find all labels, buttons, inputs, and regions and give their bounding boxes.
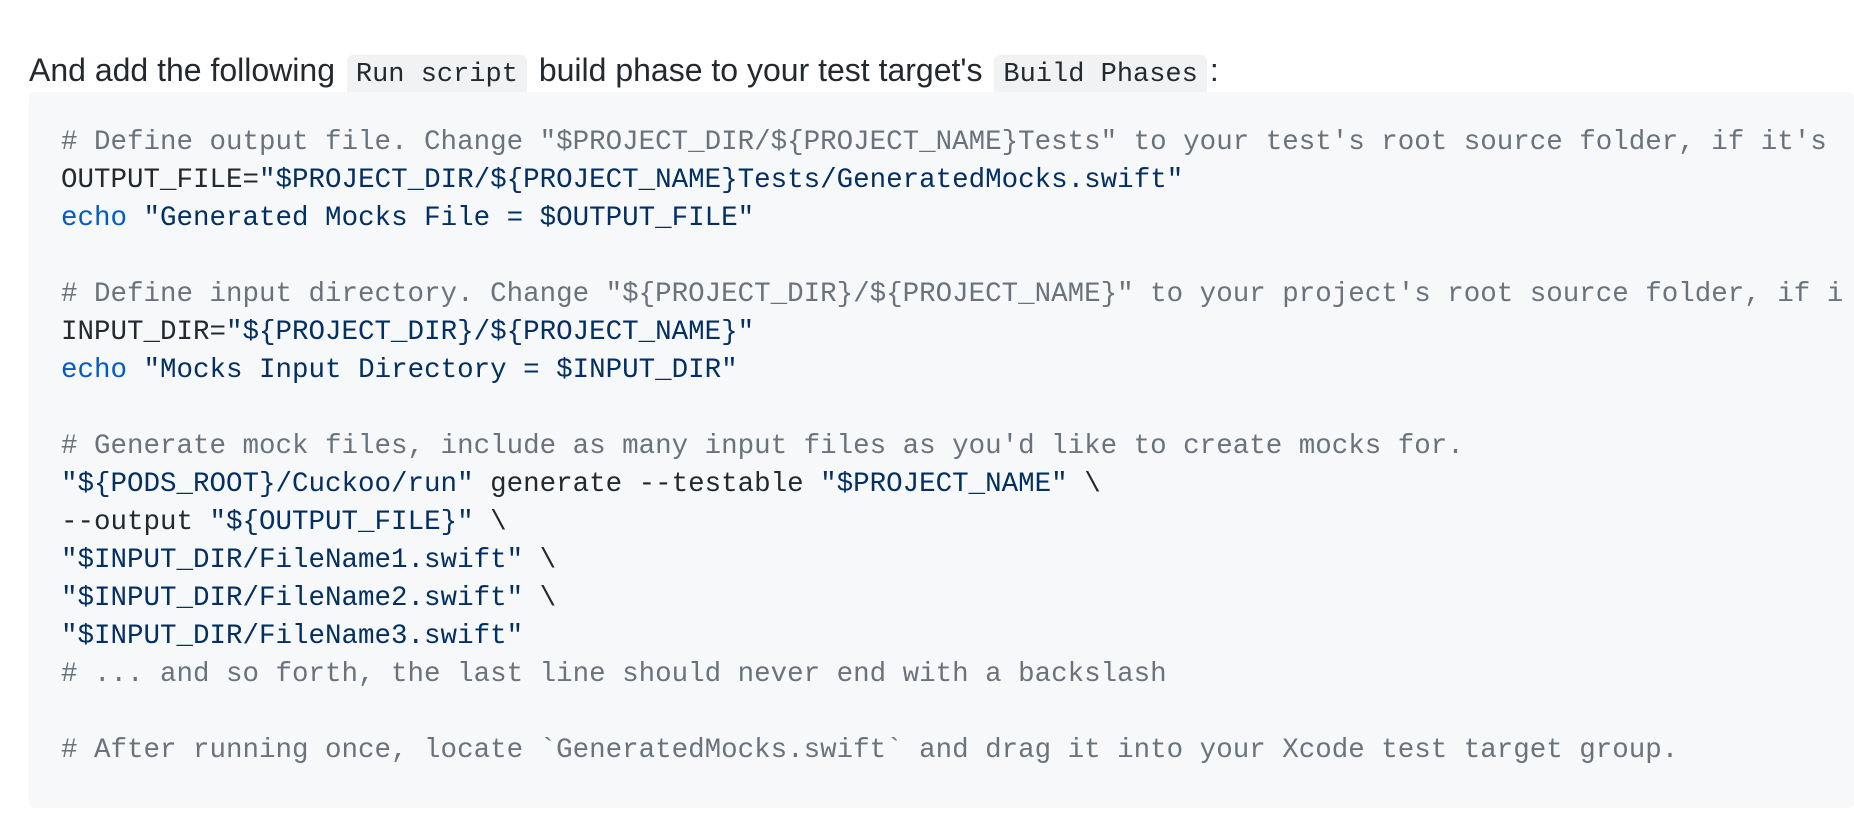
code-token-string: "$PROJECT_NAME" <box>820 469 1068 500</box>
code-line: OUTPUT_FILE="$PROJECT_DIR/${PROJECT_NAME… <box>61 162 1843 200</box>
code-token-plain: \ <box>1067 469 1101 500</box>
code-line: --output "${OUTPUT_FILE}" \ <box>61 504 1843 542</box>
code-token-comment: # After running once, locate `GeneratedM… <box>61 735 1679 766</box>
code-token-plain: generate --testable <box>473 469 821 500</box>
intro-text-before: And add the following <box>29 52 335 88</box>
code-token-comment: # ... and so forth, the last line should… <box>61 659 1167 690</box>
code-line: # Generate mock files, include as many i… <box>61 428 1843 466</box>
inline-code-run-script: Run script <box>346 55 527 95</box>
code-token-comment: # Generate mock files, include as many i… <box>61 431 1464 462</box>
code-token-plain: OUTPUT_FILE= <box>61 165 260 196</box>
code-line: "${PODS_ROOT}/Cuckoo/run" generate --tes… <box>61 466 1843 504</box>
code-line: echo "Generated Mocks File = $OUTPUT_FIL… <box>61 200 1843 238</box>
code-token-keyword: echo <box>61 203 128 234</box>
code-token-string: "Mocks Input Directory = $INPUT_DIR" <box>143 355 738 386</box>
code-token-plain: \ <box>473 507 507 538</box>
code-token-string: "$INPUT_DIR/FileName2.swift" <box>61 583 524 614</box>
intro-text-middle: build phase to your test target's <box>538 52 983 88</box>
code-line: "$INPUT_DIR/FileName1.swift" \ <box>61 542 1843 580</box>
code-token-plain: --output <box>61 507 210 538</box>
code-line: "$INPUT_DIR/FileName2.swift" \ <box>61 580 1843 618</box>
code-token-string: "Generated Mocks File = $OUTPUT_FILE" <box>143 203 755 234</box>
code-line: INPUT_DIR="${PROJECT_DIR}/${PROJECT_NAME… <box>61 314 1843 352</box>
inline-code-build-phases: Build Phases <box>994 55 1207 95</box>
code-line: # ... and so forth, the last line should… <box>61 656 1843 694</box>
code-line: echo "Mocks Input Directory = $INPUT_DIR… <box>61 352 1843 390</box>
code-token-string: "$INPUT_DIR/FileName3.swift" <box>61 621 524 652</box>
code-token-string: "${PODS_ROOT}/Cuckoo/run" <box>61 469 474 500</box>
code-token-string: "$INPUT_DIR/FileName1.swift" <box>61 545 524 576</box>
code-token-comment: # Define output file. Change "$PROJECT_D… <box>61 127 1827 158</box>
code-token-string: "${OUTPUT_FILE}" <box>209 507 474 538</box>
code-token-string: "${PROJECT_DIR}/${PROJECT_NAME}" <box>226 317 755 348</box>
code-token-keyword: echo <box>61 355 128 386</box>
code-line: # Define output file. Change "$PROJECT_D… <box>61 124 1843 162</box>
shell-script-code[interactable]: # Define output file. Change "$PROJECT_D… <box>61 124 1843 770</box>
code-line: "$INPUT_DIR/FileName3.swift" <box>61 618 1843 656</box>
intro-text-after: : <box>1209 52 1219 88</box>
code-line: # After running once, locate `GeneratedM… <box>61 732 1843 770</box>
code-token-comment: # Define input directory. Change "${PROJ… <box>61 279 1844 310</box>
code-token-plain: \ <box>523 583 557 614</box>
code-token-plain: \ <box>523 545 557 576</box>
code-token-string: "$PROJECT_DIR/${PROJECT_NAME}Tests/Gener… <box>259 165 1184 196</box>
code-line: # Define input directory. Change "${PROJ… <box>61 276 1843 314</box>
code-block[interactable]: # Define output file. Change "$PROJECT_D… <box>29 92 1854 808</box>
code-token-plain: INPUT_DIR= <box>61 317 227 348</box>
